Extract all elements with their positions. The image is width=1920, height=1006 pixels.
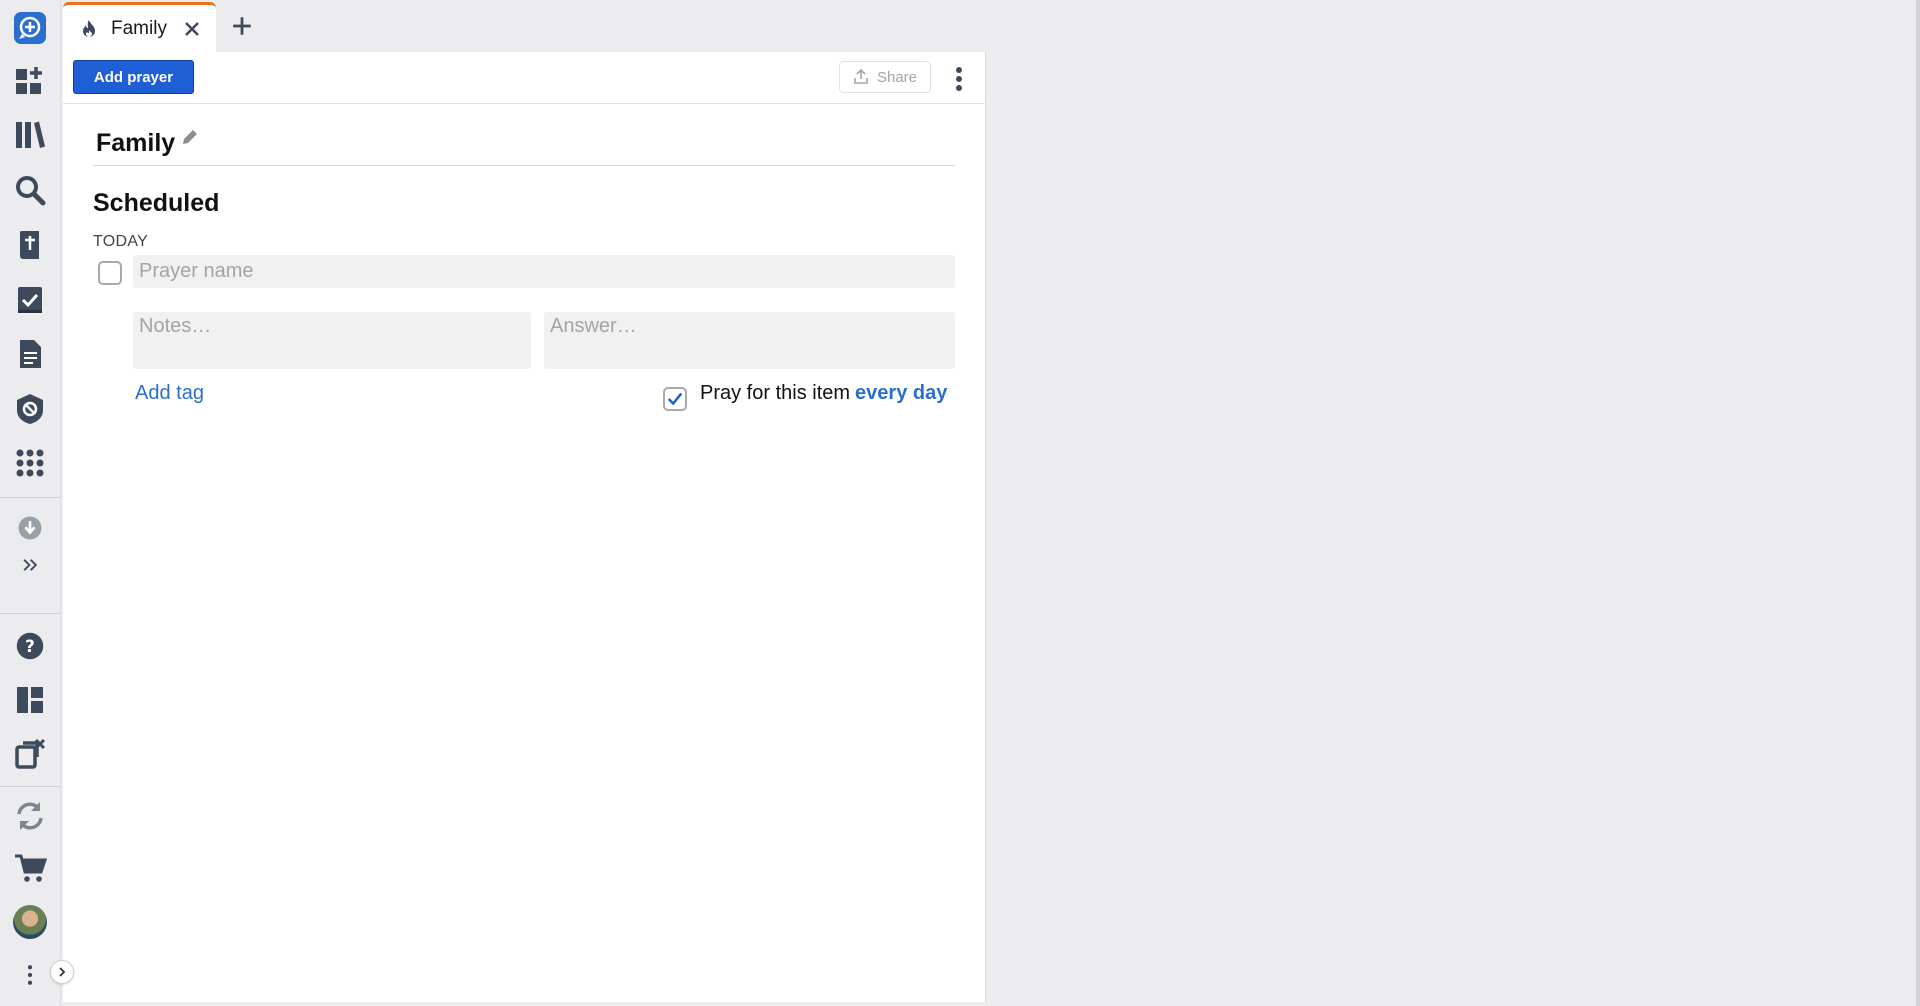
vertical-dots-icon — [956, 67, 962, 91]
day-label: TODAY — [93, 233, 149, 250]
search-icon[interactable] — [10, 170, 50, 210]
close-panels-icon[interactable] — [10, 734, 50, 774]
title-divider — [93, 165, 955, 166]
home-add-icon[interactable] — [10, 61, 50, 101]
tab-label: Family — [111, 17, 167, 39]
close-icon[interactable] — [182, 19, 202, 39]
chevron-right-icon — [59, 967, 66, 977]
answer-field[interactable] — [544, 312, 955, 369]
sync-icon[interactable] — [10, 796, 50, 836]
app-logo-icon[interactable] — [10, 8, 50, 48]
pray-daily-text: Pray for this item — [700, 382, 851, 404]
bible-icon[interactable] — [10, 225, 50, 265]
pencil-icon[interactable] — [179, 126, 201, 148]
share-button[interactable]: Share — [839, 61, 931, 93]
page-title: Family — [96, 129, 176, 157]
panel-toolbar: Add prayer Share — [63, 52, 986, 104]
flame-icon — [83, 19, 95, 37]
frequency-link[interactable]: every day — [855, 382, 947, 404]
prayer-list-panel: Add prayer Share Family Scheduled TODAY … — [63, 52, 986, 1002]
plus-icon — [233, 17, 251, 35]
more-options-button[interactable] — [946, 64, 972, 94]
shield-badge-icon[interactable] — [10, 389, 50, 429]
checkmark-icon — [667, 392, 683, 406]
add-tag-link[interactable]: Add tag — [135, 382, 204, 405]
add-prayer-button[interactable]: Add prayer — [73, 60, 194, 94]
apps-grid-icon[interactable] — [10, 443, 50, 483]
pray-daily-label: Pray for this item every day — [700, 382, 947, 405]
cart-icon[interactable] — [10, 848, 50, 888]
rail-divider — [0, 786, 61, 787]
svg-text:?: ? — [25, 636, 35, 656]
expand-double-chevron-icon[interactable] — [10, 545, 50, 585]
sidebar-rail: ? — [0, 0, 61, 1006]
expand-sidebar-button[interactable] — [50, 960, 74, 984]
rail-divider — [0, 497, 61, 498]
prayer-name-input[interactable] — [133, 255, 955, 288]
download-icon[interactable] — [10, 508, 50, 548]
vertical-dots-icon[interactable] — [10, 955, 50, 995]
document-icon[interactable] — [10, 334, 50, 374]
section-heading: Scheduled — [93, 189, 220, 217]
avatar[interactable] — [13, 905, 47, 939]
new-tab-button[interactable] — [228, 12, 256, 40]
notes-field[interactable] — [133, 312, 531, 369]
help-icon[interactable]: ? — [10, 626, 50, 666]
share-label: Share — [876, 68, 918, 86]
window-edge — [1916, 0, 1920, 1006]
tab-family[interactable]: Family — [63, 2, 216, 52]
layout-icon[interactable] — [10, 680, 50, 720]
reading-plan-icon[interactable] — [10, 280, 50, 320]
app-window: ? Family Add prayer Share Family Schedul… — [0, 0, 1920, 1006]
prayer-complete-checkbox[interactable] — [98, 261, 122, 285]
upload-icon — [854, 69, 868, 84]
rail-divider — [0, 613, 61, 614]
pray-daily-checkbox[interactable] — [663, 387, 687, 411]
library-icon[interactable] — [10, 115, 50, 155]
